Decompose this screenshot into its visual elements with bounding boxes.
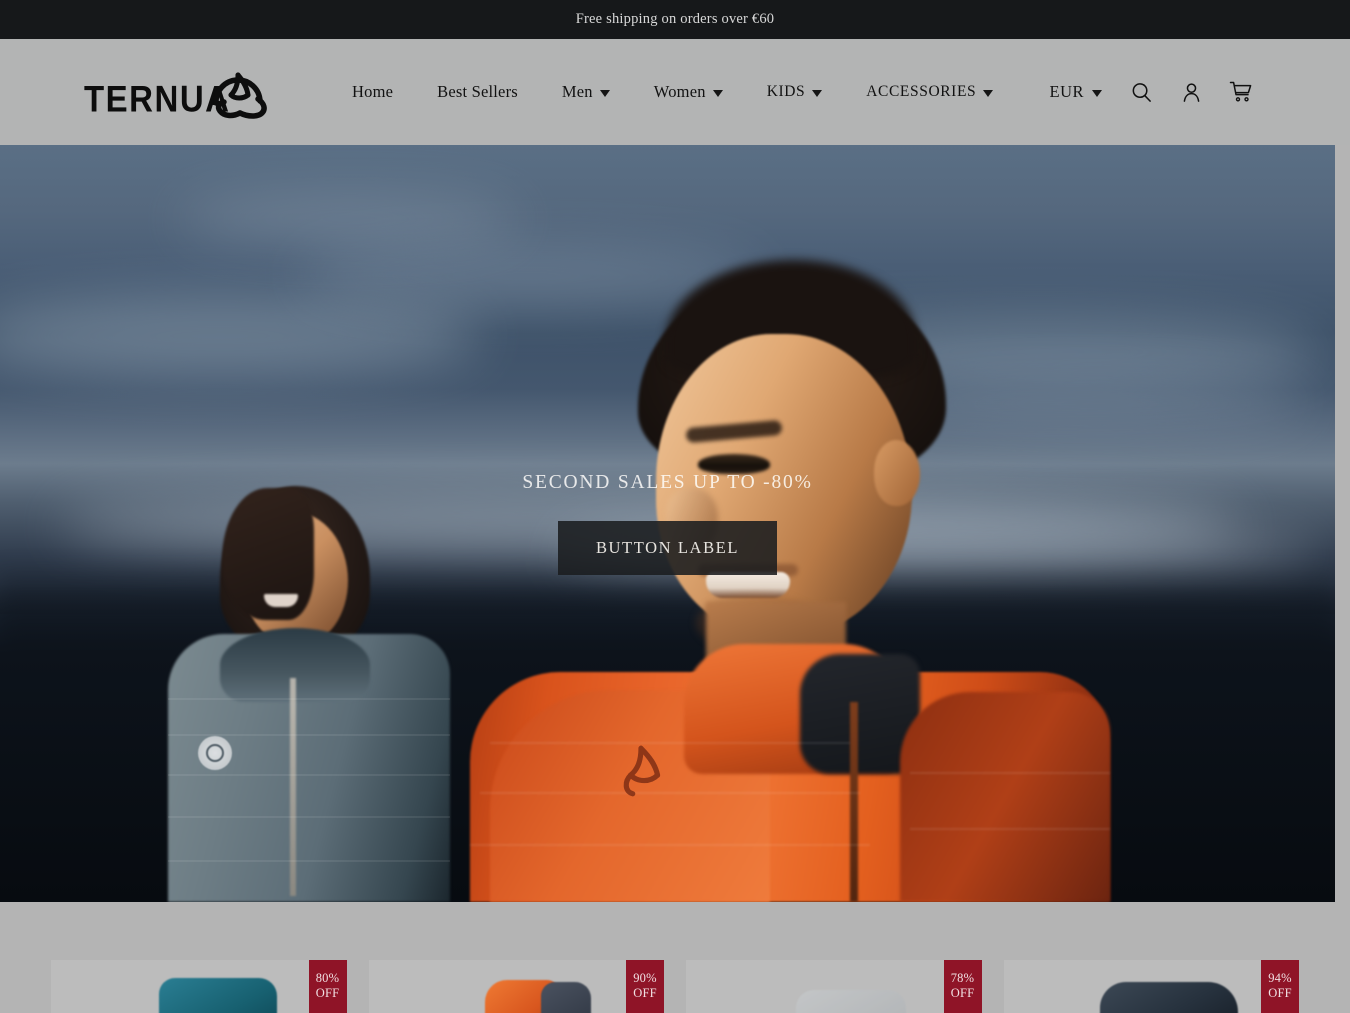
nav-label: ACCESSORIES (866, 83, 977, 100)
hero-banner: SECOND SALES UP TO -80% BUTTON LABEL (0, 145, 1335, 902)
nav-item-men[interactable]: Men (540, 76, 632, 108)
nav-label: KIDS (766, 83, 806, 100)
discount-percent: 78% (950, 971, 975, 985)
discount-off-label: OFF (633, 986, 657, 1000)
product-image (51, 960, 347, 1013)
chevron-down-icon (712, 90, 723, 97)
product-card[interactable]: 78% OFF (686, 960, 982, 1013)
discount-badge: 80% OFF (308, 960, 347, 1013)
hero-title: SECOND SALES UP TO -80% (522, 472, 813, 493)
nav-label: Women (653, 82, 706, 101)
product-grid: 80% OFF 90% OFF 78% OFF 94% OFF (0, 902, 1350, 1013)
nav-item-home[interactable]: Home (330, 76, 415, 108)
nav-label: Best Sellers (437, 82, 518, 101)
product-image (686, 960, 982, 1013)
main-navigation: Home Best Sellers Men Women KIDS ACCESSO… (330, 76, 1015, 108)
hero-content: SECOND SALES UP TO -80% BUTTON LABEL (0, 145, 1335, 902)
nav-item-women[interactable]: Women (632, 76, 745, 108)
nav-item-best-sellers[interactable]: Best Sellers (415, 76, 540, 108)
discount-percent: 90% (633, 971, 657, 985)
chevron-down-icon (983, 90, 994, 97)
currency-selector[interactable]: EUR (1036, 76, 1117, 108)
discount-off-label: OFF (315, 986, 340, 1000)
nav-label: Men (561, 82, 593, 101)
cart-button[interactable] (1216, 70, 1266, 114)
discount-badge: 78% OFF (943, 960, 982, 1013)
nav-label: Home (352, 82, 394, 101)
announcement-text: Free shipping on orders over €60 (575, 11, 775, 27)
discount-percent: 94% (1268, 971, 1292, 985)
site-logo[interactable]: TERNUA (84, 61, 274, 123)
discount-percent: 80% (315, 971, 340, 985)
nav-item-accessories[interactable]: ACCESSORIES (844, 77, 1015, 107)
announcement-bar: Free shipping on orders over €60 (0, 0, 1350, 39)
nav-item-kids[interactable]: KIDS (745, 77, 845, 107)
chevron-down-icon (599, 90, 610, 97)
ternua-swirl-logo-icon (213, 72, 267, 119)
discount-off-label: OFF (950, 986, 975, 1000)
search-icon (1132, 82, 1151, 102)
chevron-down-icon (812, 90, 823, 97)
account-icon (1183, 82, 1199, 102)
site-header: TERNUA Home Best Sellers Men Women KIDS (0, 39, 1350, 145)
hero-cta-button[interactable]: BUTTON LABEL (557, 521, 778, 575)
product-card[interactable]: 80% OFF (51, 960, 347, 1013)
currency-label: EUR (1049, 82, 1084, 101)
product-image (1004, 960, 1300, 1013)
header-actions: EUR (1036, 70, 1267, 114)
chevron-down-icon (1092, 90, 1102, 97)
product-card[interactable]: 90% OFF (368, 960, 665, 1013)
discount-off-label: OFF (1268, 986, 1292, 1000)
product-row: 80% OFF 90% OFF 78% OFF 94% OFF (51, 960, 1299, 1013)
account-button[interactable] (1166, 70, 1216, 114)
cart-icon (1229, 81, 1252, 102)
product-card[interactable]: 94% OFF (1003, 960, 1300, 1013)
product-image (369, 960, 665, 1013)
discount-badge: 90% OFF (626, 960, 664, 1013)
discount-badge: 94% OFF (1261, 960, 1299, 1013)
search-button[interactable] (1116, 70, 1166, 114)
